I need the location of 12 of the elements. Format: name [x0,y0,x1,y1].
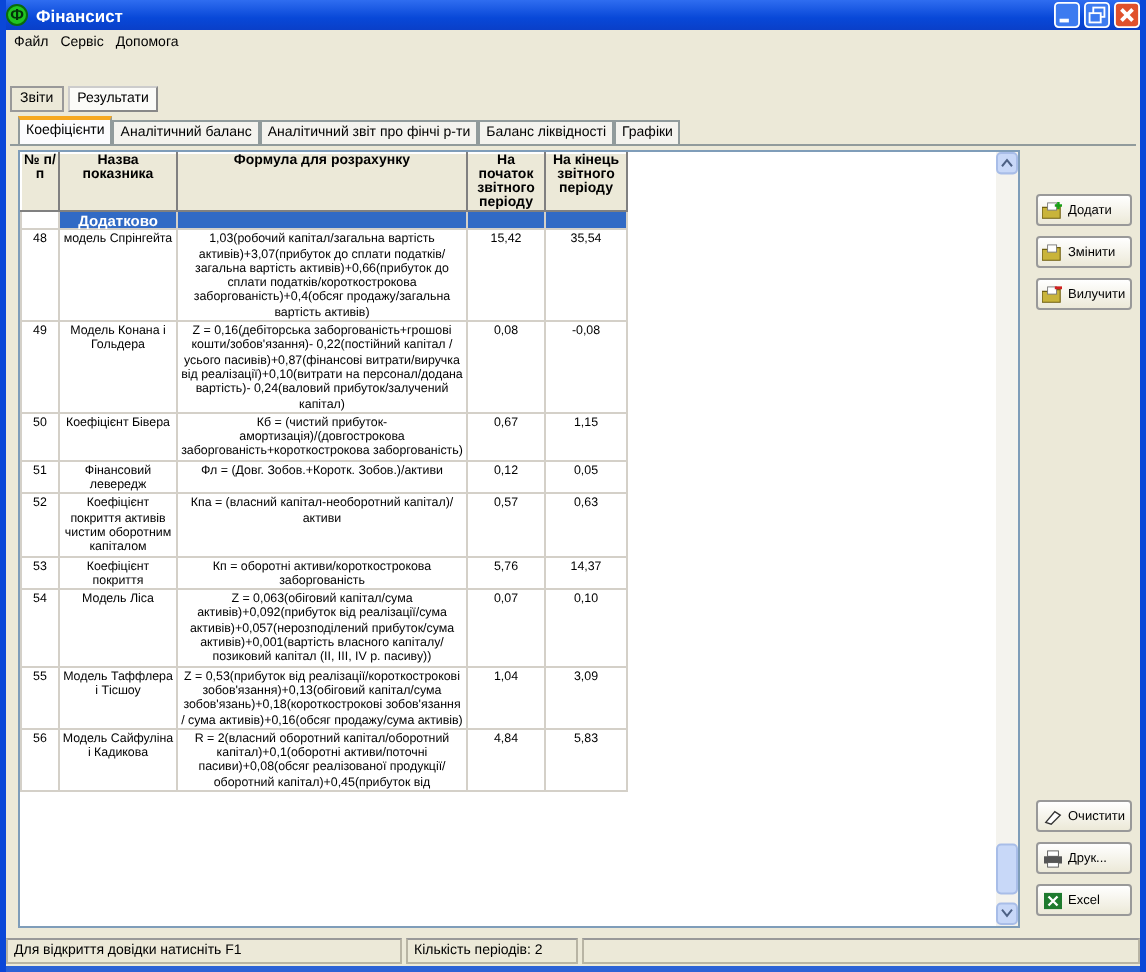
folder-minus-icon [1042,285,1064,303]
app-logo: Ф [6,4,28,26]
close-icon[interactable] [1114,2,1140,28]
folder-plus-icon [1042,201,1064,219]
eraser-icon [1042,807,1064,825]
folder-icon [1042,243,1064,261]
spreadsheet-icon [1042,891,1064,909]
window-title: Фінансист [36,5,125,25]
maximize-icon[interactable] [1084,2,1110,28]
scrollbar[interactable] [996,152,1018,926]
printer-icon [1042,849,1064,867]
minimize-icon[interactable] [1054,2,1080,28]
